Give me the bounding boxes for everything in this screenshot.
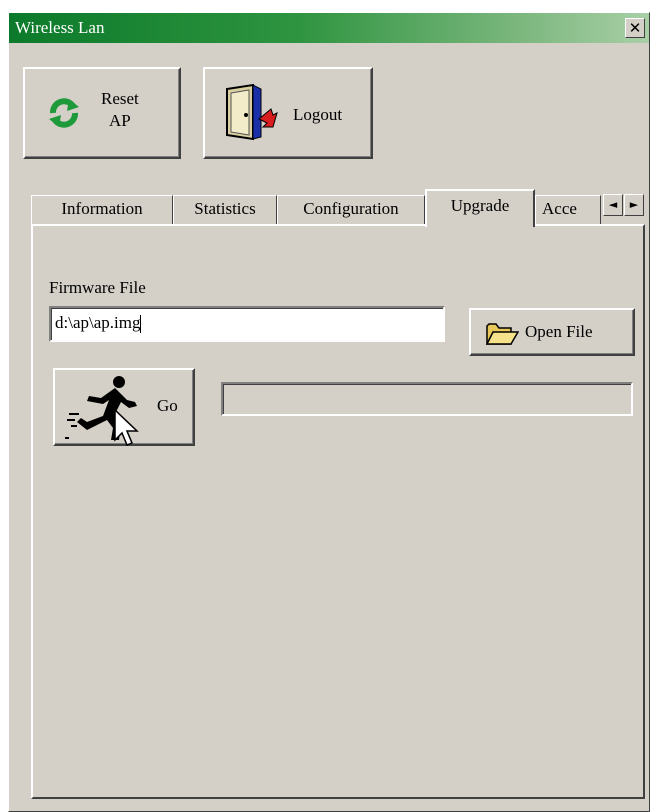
window-title: Wireless Lan — [15, 18, 105, 37]
firmware-file-value: d:\ap\ap.img — [55, 313, 141, 332]
upgrade-progress-bar — [221, 382, 633, 416]
firmware-file-input[interactable]: d:\ap\ap.img — [49, 306, 445, 342]
open-file-label: Open File — [525, 322, 593, 341]
tab-scroll-right-button[interactable]: ► — [624, 194, 644, 216]
tab-information[interactable]: Information — [31, 195, 173, 225]
tab-strip: Information Statistics Configuration Upg… — [31, 189, 645, 227]
tab-configuration-label: Configuration — [303, 199, 399, 218]
tab-statistics-label: Statistics — [194, 199, 256, 218]
go-label: Go — [157, 396, 178, 415]
tab-access[interactable]: Acce — [535, 195, 601, 225]
tab-configuration[interactable]: Configuration — [277, 195, 425, 225]
text-cursor — [140, 315, 142, 334]
wireless-lan-window: Wireless Lan ✕ Reset AP Logout Informati… — [8, 12, 650, 812]
title-bar[interactable]: Wireless Lan ✕ — [9, 13, 649, 43]
reset-label-line1: Reset — [101, 89, 139, 108]
arrow-right-icon: ► — [629, 198, 639, 211]
mouse-pointer-icon — [114, 408, 139, 446]
door-exit-icon — [226, 83, 278, 141]
tab-upgrade-label: Upgrade — [450, 196, 510, 215]
tab-upgrade[interactable]: Upgrade — [425, 189, 535, 227]
reset-ap-button[interactable]: Reset AP — [23, 67, 181, 159]
refresh-icon — [49, 98, 79, 128]
tab-scroll-left-button[interactable]: ◄ — [603, 194, 623, 216]
logout-button[interactable]: Logout — [203, 67, 373, 159]
firmware-file-label: Firmware File — [49, 278, 146, 297]
folder-open-icon — [485, 323, 519, 345]
close-button[interactable]: ✕ — [625, 18, 645, 38]
close-icon: ✕ — [628, 19, 642, 37]
logout-label: Logout — [293, 105, 343, 124]
open-file-button[interactable]: Open File — [469, 308, 635, 356]
arrow-left-icon: ◄ — [608, 198, 618, 211]
upgrade-panel: Firmware File d:\ap\ap.img Open File Go — [31, 224, 645, 799]
tab-access-label: Acce — [542, 199, 577, 218]
go-button[interactable]: Go — [53, 368, 195, 446]
tab-statistics[interactable]: Statistics — [173, 195, 277, 225]
reset-label-line2: AP — [109, 111, 131, 130]
tab-information-label: Information — [61, 199, 143, 218]
